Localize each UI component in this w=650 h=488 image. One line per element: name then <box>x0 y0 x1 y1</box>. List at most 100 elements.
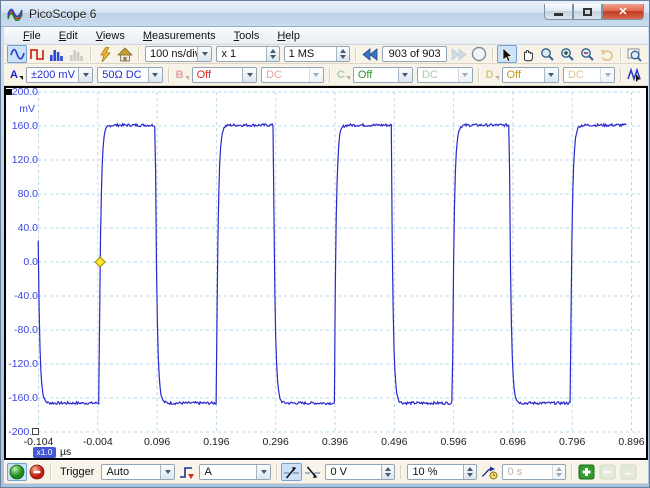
y-axis-top-handle[interactable] <box>6 89 12 95</box>
channel-c-options-button[interactable]: C <box>337 69 350 81</box>
delay-stepper[interactable]: 0 s <box>502 464 566 480</box>
chevron-down-icon[interactable] <box>197 47 211 61</box>
timebase-select[interactable]: 100 ns/div <box>145 46 212 62</box>
auto-setup-button[interactable] <box>95 45 115 63</box>
channel-d-coupling-select[interactable]: DC <box>563 67 615 83</box>
title-bar[interactable]: PicoScope 6 ✕ <box>1 1 650 27</box>
waveform-plot[interactable] <box>6 88 646 458</box>
histogram-icon <box>49 47 65 62</box>
menu-tools[interactable]: Tools <box>225 29 269 43</box>
channel-b-coupling-value: DC <box>262 69 309 81</box>
spinner-arrows-icon[interactable] <box>463 465 476 479</box>
rising-edge-button[interactable] <box>281 463 302 481</box>
channel-c-range-select[interactable]: Off <box>353 67 413 83</box>
undo-zoom-button[interactable] <box>597 45 617 63</box>
channel-b-range-value: Off <box>193 69 242 81</box>
math-channels-button[interactable] <box>625 66 645 84</box>
stop-capture-button[interactable] <box>27 463 47 481</box>
trigger-mode-select[interactable]: Auto <box>101 464 175 480</box>
plus-icon <box>578 464 595 480</box>
menu-edit[interactable]: Edit <box>50 29 87 43</box>
chevron-down-icon[interactable] <box>242 68 256 82</box>
edit-icon <box>620 464 637 480</box>
xy-view-button[interactable] <box>27 45 47 63</box>
normal-selection-button[interactable] <box>497 45 517 63</box>
pretrigger-value: 10 % <box>408 466 463 478</box>
zoom-out-button[interactable] <box>577 45 597 63</box>
buffer-index-field[interactable]: 903 of 903 <box>382 46 447 62</box>
channel-b-range-select[interactable]: Off <box>192 67 257 83</box>
waveform-cursor-icon <box>627 67 643 83</box>
chevron-down-icon[interactable] <box>544 68 558 82</box>
minimize-button[interactable] <box>544 4 573 20</box>
post-trigger-delay-button[interactable] <box>479 463 500 481</box>
spinner-arrows-icon[interactable] <box>381 465 394 479</box>
buffer-last-button[interactable] <box>449 45 469 63</box>
maximize-button[interactable] <box>573 4 602 20</box>
zoom-undo-icon <box>600 47 615 61</box>
window-title: PicoScope 6 <box>29 7 96 21</box>
edge-trigger-icon <box>179 465 195 480</box>
channel-c-coupling-select[interactable]: DC <box>417 67 473 83</box>
cursor-arrow-icon <box>501 47 513 62</box>
channel-b-options-button[interactable]: B <box>176 69 189 81</box>
falling-edge-button[interactable] <box>302 463 323 481</box>
menu-measurements[interactable]: Measurements <box>134 29 225 43</box>
x-axis-unit: µs <box>60 446 71 458</box>
menu-file[interactable]: File <box>14 29 50 43</box>
pretrigger-stepper[interactable]: 10 % <box>407 464 477 480</box>
buffer-first-button[interactable] <box>360 45 380 63</box>
chevron-down-icon[interactable] <box>398 68 412 82</box>
zoom-overview-icon <box>627 47 643 62</box>
channel-c-coupling-value: DC <box>418 69 458 81</box>
channel-d-range-select[interactable]: Off <box>502 67 559 83</box>
trigger-source-value: A <box>200 466 256 478</box>
close-icon: ✕ <box>618 5 627 18</box>
horizontal-zoom-stepper[interactable]: x 1 <box>216 46 279 62</box>
samples-stepper[interactable]: 1 MS <box>284 46 351 62</box>
persistence-view-button[interactable] <box>67 45 87 63</box>
timebase-value: 100 ns/div <box>146 48 197 60</box>
add-measurement-button[interactable] <box>576 463 597 481</box>
chevron-down-icon[interactable] <box>148 68 162 82</box>
channel-a-coupling-select[interactable]: 50Ω DC <box>97 67 162 83</box>
edit-measurement-button[interactable] <box>618 463 639 481</box>
home-button[interactable] <box>115 45 135 63</box>
channel-a-options-button[interactable]: A <box>10 69 23 81</box>
channel-d-options-button[interactable]: D <box>486 69 499 81</box>
spinner-arrows-icon[interactable] <box>266 47 279 61</box>
chevron-down-icon[interactable] <box>78 68 92 82</box>
zoom-marquee-icon <box>540 47 555 62</box>
zoom-in-button[interactable] <box>557 45 577 63</box>
hand-tool-button[interactable] <box>517 45 537 63</box>
maximize-icon <box>583 8 592 16</box>
triangle-icon <box>346 76 350 80</box>
menu-help[interactable]: Help <box>268 29 309 43</box>
start-capture-button[interactable] <box>7 463 27 481</box>
channel-b-coupling-select[interactable]: DC <box>261 67 324 83</box>
channel-d-range-value: Off <box>503 69 544 81</box>
scope-view-button[interactable] <box>7 45 27 63</box>
spectrum-view-button[interactable] <box>47 45 67 63</box>
close-button[interactable]: ✕ <box>602 4 644 20</box>
channels-toolbar: A ±200 mV 50Ω DC B Off DC C Off DC <box>4 64 648 86</box>
picoscope-window: PicoScope 6 ✕ File Edit Views Measuremen… <box>0 0 650 488</box>
chevron-down-icon[interactable] <box>256 465 270 479</box>
chevron-down-icon[interactable] <box>160 465 174 479</box>
y-axis-bottom-handle[interactable] <box>32 428 39 435</box>
buffer-navigator-button[interactable] <box>469 45 489 63</box>
channel-a-range-select[interactable]: ±200 mV <box>26 67 93 83</box>
zoom-overview-button[interactable] <box>625 45 645 63</box>
square-wave-icon <box>30 47 45 62</box>
home-icon <box>117 47 133 62</box>
trigger-level-stepper[interactable]: 0 V <box>325 464 395 480</box>
remove-measurement-button[interactable] <box>597 463 618 481</box>
trigger-toolbar: Trigger Auto A <box>4 460 648 484</box>
trigger-source-select[interactable]: A <box>199 464 271 480</box>
spinner-arrows-icon[interactable] <box>336 47 349 61</box>
marquee-zoom-button[interactable] <box>537 45 557 63</box>
menu-views[interactable]: Views <box>87 29 134 43</box>
scope-graph[interactable]: 200.0160.0120.080.040.00.0-40.0-80.0-120… <box>4 86 648 460</box>
zoom-out-icon <box>580 47 595 62</box>
advanced-triggers-button[interactable] <box>177 463 197 481</box>
